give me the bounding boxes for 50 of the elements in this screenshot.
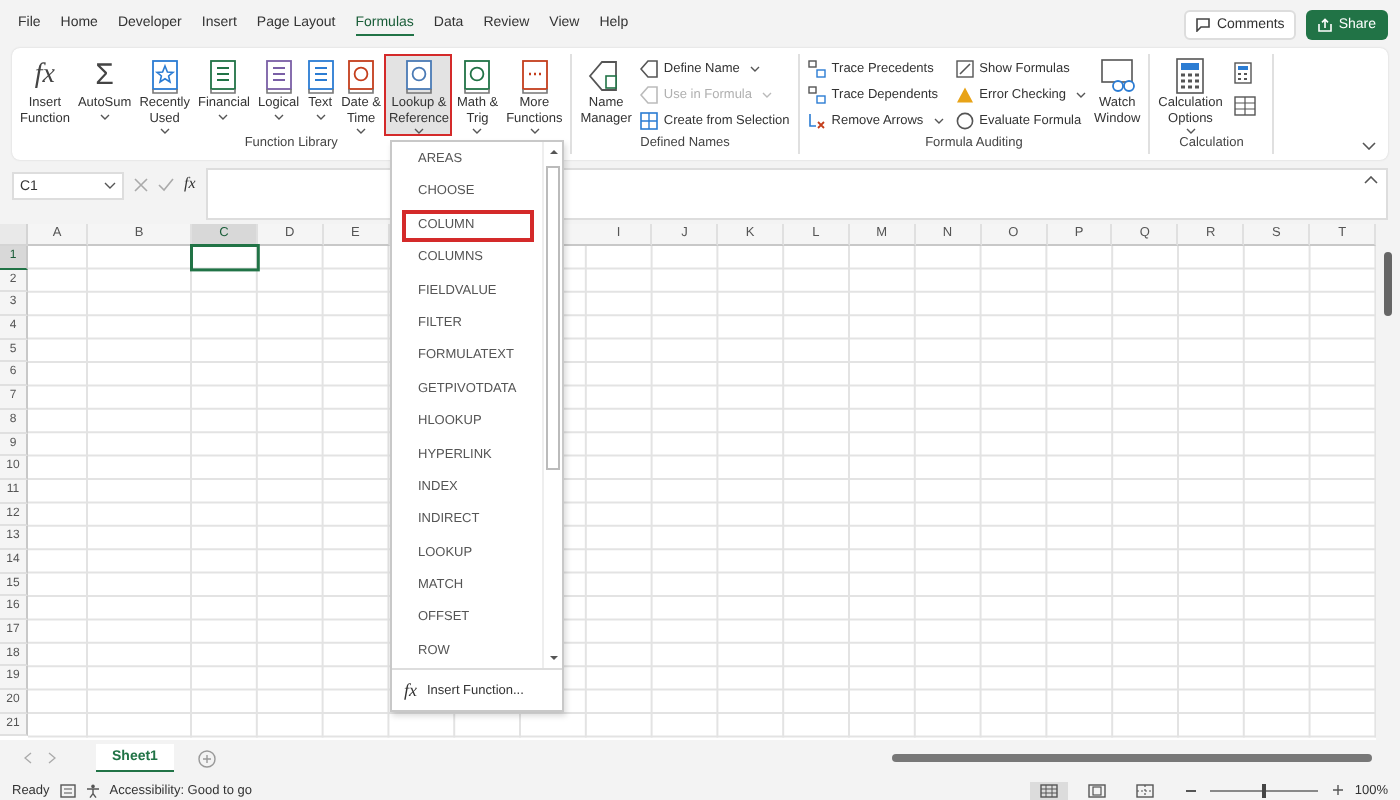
book-icon — [464, 59, 491, 93]
caret-icon — [104, 182, 116, 190]
trace-cells-icon — [807, 60, 826, 78]
share-icon — [1318, 17, 1333, 31]
caret-icon — [472, 128, 483, 134]
chevron-up-icon[interactable] — [1364, 176, 1378, 184]
dots-book-icon — [521, 59, 548, 93]
cell-selection — [190, 244, 260, 272]
menu-scrollbar[interactable] — [542, 142, 562, 669]
trace-cells-icon — [807, 86, 826, 104]
caret-icon — [356, 128, 367, 134]
zoom-thumb[interactable] — [1262, 783, 1267, 797]
caret-icon — [1076, 92, 1087, 98]
circle-icon — [955, 112, 974, 130]
zoom-in-icon[interactable] — [1332, 784, 1345, 796]
formula-sheet-icon — [955, 60, 974, 78]
insert-function-button[interactable]: fx — [184, 174, 196, 192]
normal-view-button[interactable] — [1030, 781, 1069, 799]
accessibility-icon[interactable] — [85, 783, 100, 797]
caret-icon — [529, 128, 540, 134]
scroll-down-icon[interactable] — [547, 652, 559, 665]
macro-record-icon[interactable] — [59, 783, 76, 797]
book-icon — [307, 59, 334, 93]
checkmark-icon[interactable] — [158, 178, 174, 192]
caret-icon — [1185, 128, 1196, 134]
caret-icon — [315, 113, 326, 119]
magnifier-book-icon — [405, 59, 432, 93]
caret-icon — [413, 128, 424, 134]
clock-book-icon — [348, 59, 375, 93]
calculator-icon — [1176, 58, 1205, 94]
caret-icon — [749, 66, 760, 72]
star-book-icon — [151, 59, 178, 93]
warning-icon — [955, 86, 974, 104]
caret-icon — [99, 113, 110, 119]
sheet-calculate-icon[interactable] — [1234, 96, 1257, 116]
add-sheet-icon[interactable] — [197, 749, 216, 767]
calculator-small-icon[interactable] — [1234, 62, 1253, 84]
caret-icon — [933, 118, 944, 124]
scroll-up-icon[interactable] — [547, 146, 559, 158]
stack-book-icon — [210, 59, 237, 93]
chevron-down-icon[interactable] — [1362, 142, 1376, 150]
caret-icon — [273, 113, 284, 119]
caret-icon — [218, 113, 229, 119]
book-icon — [265, 59, 292, 93]
table-icon — [639, 112, 658, 130]
glasses-window-icon — [1099, 58, 1136, 94]
caret-icon — [762, 92, 772, 98]
remove-arrows-icon — [807, 112, 826, 130]
caret-icon — [159, 128, 170, 134]
comment-icon — [1196, 17, 1211, 31]
